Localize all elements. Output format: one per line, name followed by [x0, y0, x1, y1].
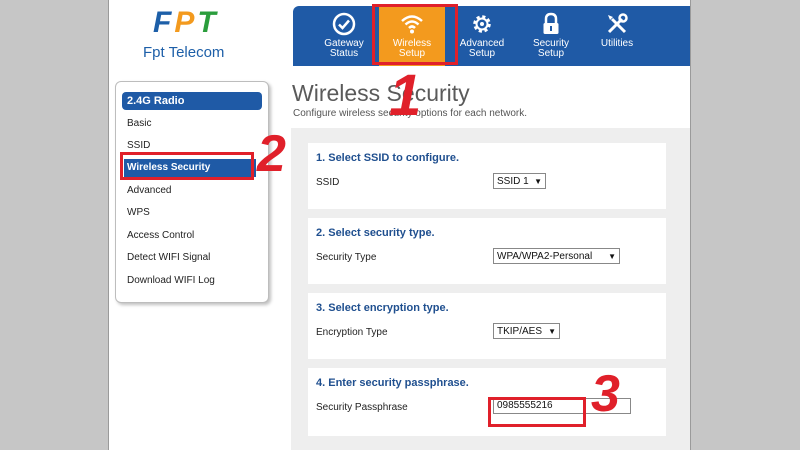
nav-label-line1: Utilities: [600, 38, 634, 49]
sidebar-item-wps[interactable]: WPS: [127, 207, 150, 218]
security-type-select-value: WPA/WPA2-Personal: [497, 251, 593, 262]
nav-utilities[interactable]: Utilities: [584, 6, 650, 66]
section-encryption-type: 3. Select encryption type. Encryption Ty…: [308, 293, 666, 359]
step-number-2: 2: [257, 125, 286, 183]
logo-brand-text: Fpt Telecom: [143, 44, 225, 61]
highlight-box-wireless-security: [120, 152, 254, 180]
nav-advanced-setup-label: Advanced Setup: [449, 39, 515, 59]
dropdown-arrow-icon: ▼: [608, 252, 616, 261]
nav-gateway-status[interactable]: Gateway Status: [311, 6, 377, 66]
tools-icon: [607, 13, 628, 34]
right-frame: [690, 0, 800, 450]
logo-letters: F P T: [153, 8, 216, 38]
section-security-type: 2. Select security type. Security Type W…: [308, 218, 666, 284]
security-type-label: Security Type: [316, 252, 377, 263]
page-title: Wireless Security: [292, 80, 470, 106]
fpt-logo: F P T Fpt Telecom: [139, 8, 249, 64]
gear-icon: [473, 15, 491, 33]
nav-gateway-status-label: Gateway Status: [311, 39, 377, 59]
step-number-1: 1: [389, 63, 422, 128]
lock-icon: [543, 12, 559, 34]
section-ssid: 1. Select SSID to configure. SSID SSID 1…: [308, 143, 666, 209]
sidebar-item-access-control[interactable]: Access Control: [127, 230, 194, 241]
sidebar-item-detect-wifi-signal[interactable]: Detect WIFI Signal: [127, 252, 210, 263]
nav-advanced-setup[interactable]: Advanced Setup: [449, 6, 515, 66]
logo-letter-t: T: [197, 6, 216, 39]
logo-letter-p: P: [174, 6, 195, 39]
encryption-type-select-value: TKIP/AES: [497, 326, 543, 337]
gauge-icon: [332, 12, 356, 36]
ssid-select-value: SSID 1: [497, 176, 529, 187]
passphrase-label: Security Passphrase: [316, 402, 408, 413]
nav-security-setup[interactable]: Security Setup: [518, 6, 584, 66]
highlight-box-wireless-setup: [372, 4, 458, 65]
security-type-select[interactable]: WPA/WPA2-Personal ▼: [493, 248, 620, 264]
sidebar-heading: 2.4G Radio: [122, 92, 262, 110]
nav-security-setup-label: Security Setup: [518, 39, 584, 59]
step-number-3: 3: [591, 365, 620, 423]
nav-label-line2: Status: [329, 48, 359, 59]
router-page: F P T Fpt Telecom Gateway Status Wireles…: [109, 0, 690, 450]
sidebar-item-basic[interactable]: Basic: [127, 118, 151, 129]
nav-label-line2: Setup: [468, 48, 496, 59]
logo-letter-f: F: [153, 6, 172, 39]
highlight-box-passphrase: [488, 397, 586, 427]
sidebar-item-advanced[interactable]: Advanced: [127, 185, 171, 196]
sidebar: 2.4G Radio Basic SSID Wireless Security …: [115, 81, 269, 303]
dropdown-arrow-icon: ▼: [534, 177, 542, 186]
section-title: 1. Select SSID to configure.: [316, 152, 460, 164]
top-navigation: Gateway Status Wireless Setup Advanced S…: [293, 6, 690, 66]
section-title: 4. Enter security passphrase.: [316, 377, 469, 389]
nav-label-line2: Setup: [537, 48, 565, 59]
sidebar-item-ssid[interactable]: SSID: [127, 140, 150, 151]
ssid-label: SSID: [316, 177, 340, 188]
section-title: 3. Select encryption type.: [316, 302, 449, 314]
section-title: 2. Select security type.: [316, 227, 435, 239]
dropdown-arrow-icon: ▼: [548, 327, 556, 336]
ssid-select[interactable]: SSID 1 ▼: [493, 173, 546, 189]
sidebar-item-download-wifi-log[interactable]: Download WIFI Log: [127, 275, 215, 286]
encryption-type-select[interactable]: TKIP/AES ▼: [493, 323, 560, 339]
nav-utilities-label: Utilities: [584, 39, 650, 49]
encryption-type-label: Encryption Type: [316, 327, 388, 338]
left-frame: [0, 0, 109, 450]
